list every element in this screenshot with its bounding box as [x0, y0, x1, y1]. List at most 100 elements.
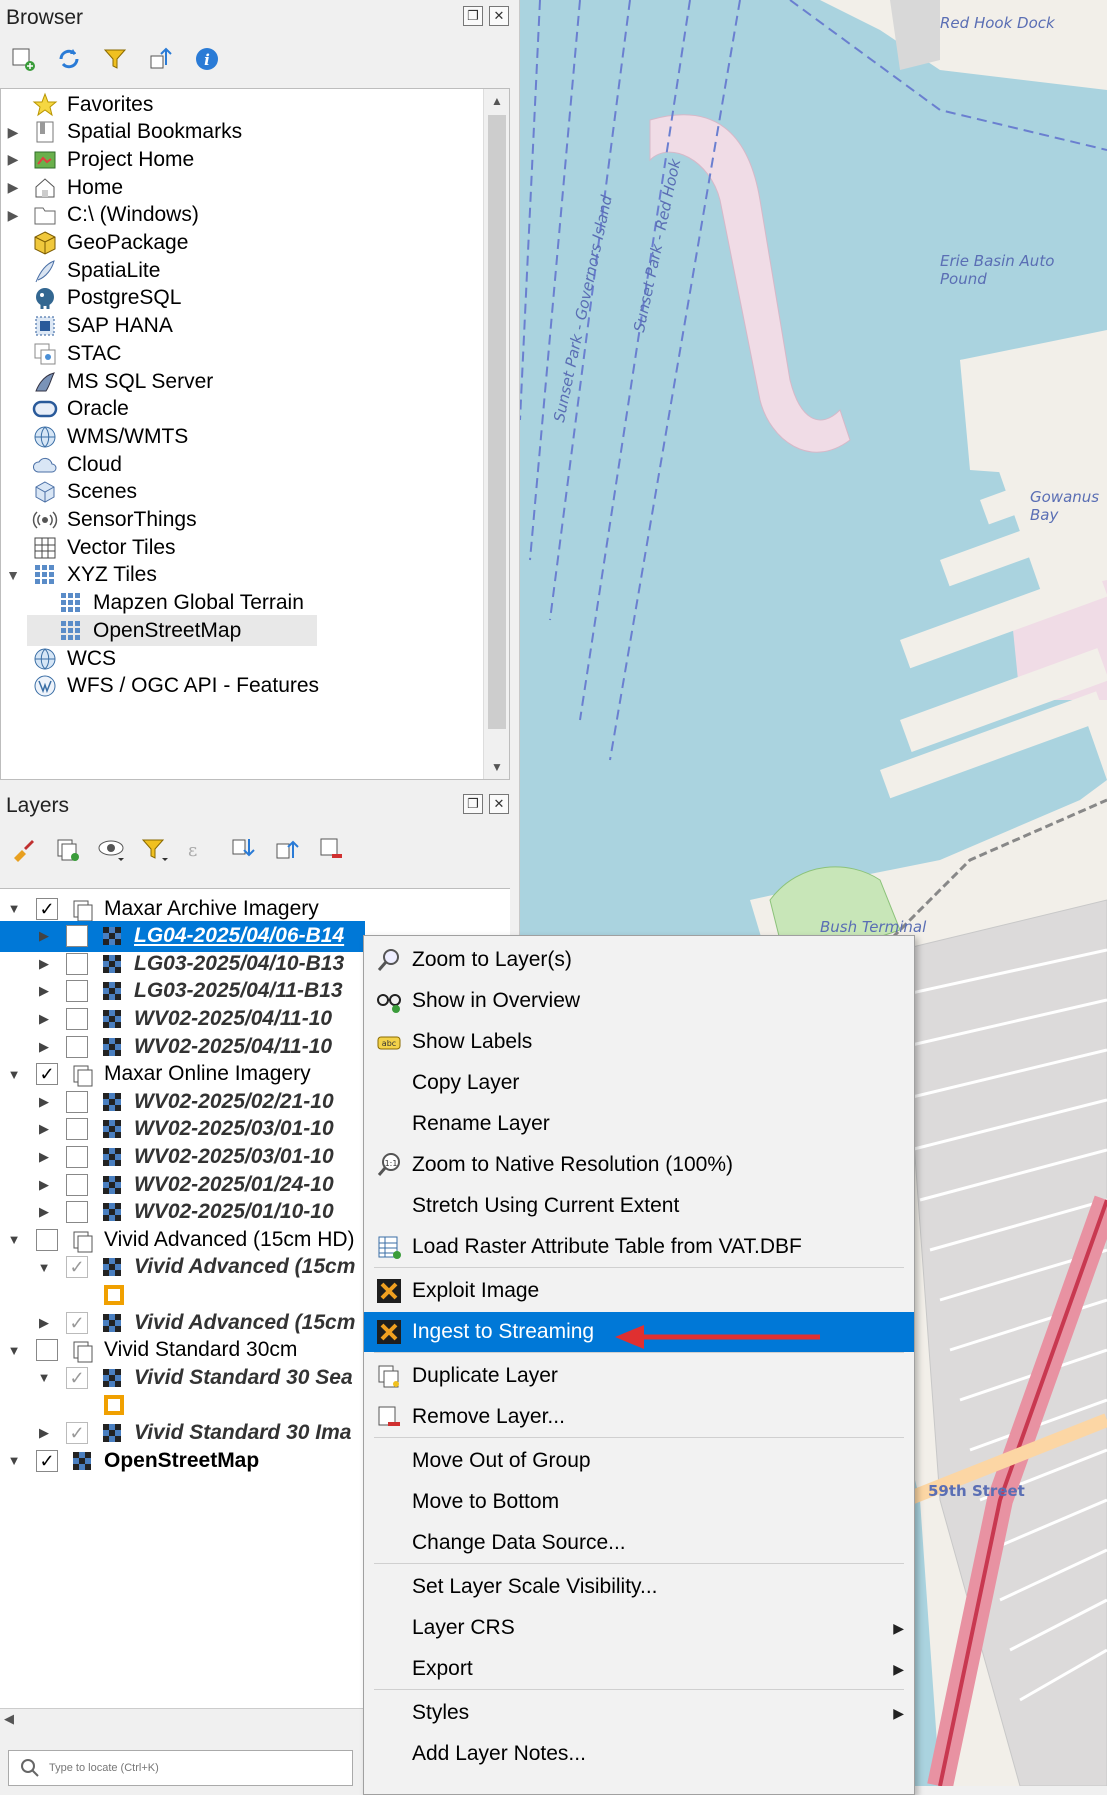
- browser-item[interactable]: Vector Tiles: [1, 532, 481, 563]
- menu-item-zoom-to-layer-s[interactable]: Zoom to Layer(s): [364, 940, 914, 980]
- expand-arrow-icon[interactable]: ▶: [1, 207, 25, 224]
- close-layers-button[interactable]: ✕: [489, 794, 509, 814]
- scroll-up-arrow-icon[interactable]: ▲: [484, 89, 509, 113]
- menu-item-load-raster-attribute-table-from-vat-dbf[interactable]: Load Raster Attribute Table from VAT.DBF: [364, 1227, 914, 1267]
- expand-arrow-icon[interactable]: ▶: [36, 1094, 52, 1110]
- menu-item-remove-layer[interactable]: Remove Layer...: [364, 1397, 914, 1437]
- filter-button[interactable]: [100, 44, 130, 74]
- layer-visibility-checkbox[interactable]: [66, 980, 88, 1003]
- layer-row[interactable]: ▶ ✓ LG04-2025/04/06-B14: [0, 920, 365, 952]
- locator-bar[interactable]: Type to locate (Ctrl+K): [8, 1750, 353, 1786]
- layer-group-row[interactable]: ▼ ✓ Maxar Archive Imagery: [0, 893, 370, 924]
- browser-item[interactable]: ▶ Project Home: [1, 144, 481, 175]
- browser-item[interactable]: OpenStreetMap: [27, 615, 317, 647]
- layer-visibility-checkbox[interactable]: ✓: [36, 897, 58, 920]
- scroll-down-arrow-icon[interactable]: ▼: [484, 755, 509, 779]
- close-panel-button[interactable]: ✕: [489, 6, 509, 26]
- expand-arrow-icon[interactable]: ▶: [36, 1011, 52, 1027]
- layer-row[interactable]: ▶ ✓ Vivid Standard 30 Ima: [0, 1417, 370, 1448]
- filter-expression-button[interactable]: ε: [184, 834, 214, 864]
- menu-item-export[interactable]: Export ▶: [364, 1649, 914, 1689]
- layer-group-row[interactable]: ▼ Vivid Advanced (15cm HD): [0, 1224, 370, 1255]
- menu-item-change-data-source[interactable]: Change Data Source...: [364, 1523, 914, 1563]
- refresh-button[interactable]: [54, 44, 84, 74]
- browser-item[interactable]: SpatiaLite: [1, 255, 481, 286]
- layer-row[interactable]: ▶ LG03-2025/04/10-B13: [0, 948, 370, 979]
- browser-item[interactable]: GeoPackage: [1, 228, 481, 259]
- layer-group-row[interactable]: ▼ ✓ Maxar Online Imagery: [0, 1059, 370, 1090]
- layer-row[interactable]: ▶ WV02-2025/03/01-10: [0, 1141, 370, 1172]
- layer-row[interactable]: ▶ WV02-2025/01/24-10: [0, 1169, 370, 1200]
- expand-arrow-icon[interactable]: ▶: [36, 983, 52, 999]
- collapse-all-layers-button[interactable]: [272, 834, 302, 864]
- scroll-thumb[interactable]: [488, 115, 506, 729]
- menu-item-exploit-image[interactable]: Exploit Image: [364, 1271, 914, 1311]
- browser-item[interactable]: WMS/WMTS: [1, 421, 481, 452]
- float-layers-button[interactable]: ❐: [463, 794, 483, 814]
- expand-arrow-icon[interactable]: ▼: [1, 567, 25, 583]
- remove-layer-toolbar-button[interactable]: [316, 834, 346, 864]
- menu-item-move-to-bottom[interactable]: Move to Bottom: [364, 1482, 914, 1522]
- menu-item-copy-layer[interactable]: Copy Layer: [364, 1063, 914, 1103]
- layer-visibility-checkbox[interactable]: [66, 1035, 88, 1058]
- layer-row[interactable]: [0, 1279, 370, 1310]
- layer-group-row[interactable]: ▼ Vivid Standard 30cm: [0, 1335, 370, 1366]
- symbol-swatch[interactable]: [104, 1284, 124, 1305]
- browser-item[interactable]: WFS / OGC API - Features: [1, 671, 481, 702]
- browser-item[interactable]: Scenes: [1, 477, 481, 508]
- expand-arrow-icon[interactable]: ▶: [36, 1149, 52, 1165]
- browser-item[interactable]: ▶ Home: [1, 172, 481, 203]
- expand-all-button[interactable]: [228, 834, 258, 864]
- layer-visibility-checkbox[interactable]: [66, 1007, 88, 1030]
- layer-row[interactable]: ▼ ✓ Vivid Standard 30 Sea: [0, 1362, 370, 1393]
- expand-arrow-icon[interactable]: ▶: [36, 1039, 52, 1055]
- layer-visibility-checkbox[interactable]: [36, 1339, 58, 1362]
- expand-arrow-icon[interactable]: ▶: [36, 1204, 52, 1220]
- expand-arrow-icon[interactable]: ▼: [6, 1343, 22, 1358]
- expand-arrow-icon[interactable]: ▼: [6, 901, 22, 916]
- expand-arrow-icon[interactable]: ▶: [1, 151, 25, 168]
- layer-visibility-checkbox[interactable]: ✓: [36, 1063, 58, 1086]
- layer-row[interactable]: ▶ WV02-2025/04/11-10: [0, 1003, 370, 1034]
- float-panel-button[interactable]: ❐: [463, 6, 483, 26]
- layer-row[interactable]: ▼ ✓ OpenStreetMap: [0, 1445, 370, 1476]
- layer-visibility-checkbox[interactable]: [66, 1090, 88, 1113]
- browser-item[interactable]: WCS: [1, 643, 481, 674]
- browser-item[interactable]: Oracle: [1, 394, 481, 425]
- filter-legend-button[interactable]: [140, 834, 170, 864]
- expand-arrow-icon[interactable]: ▼: [6, 1453, 22, 1468]
- menu-item-stretch-using-current-extent[interactable]: Stretch Using Current Extent: [364, 1186, 914, 1226]
- browser-item[interactable]: ▶ Spatial Bookmarks: [1, 117, 481, 148]
- layer-row[interactable]: ▶ WV02-2025/04/11-10: [0, 1031, 370, 1062]
- menu-item-zoom-to-native-resolution-100[interactable]: 1:1 Zoom to Native Resolution (100%): [364, 1145, 914, 1185]
- menu-item-styles[interactable]: Styles ▶: [364, 1693, 914, 1733]
- layer-visibility-checkbox[interactable]: ✓: [66, 1421, 88, 1444]
- layer-visibility-checkbox[interactable]: [66, 1145, 88, 1168]
- browser-item[interactable]: PostgreSQL: [1, 283, 481, 314]
- browser-item[interactable]: SAP HANA: [1, 311, 481, 342]
- info-button[interactable]: i: [192, 44, 222, 74]
- layer-visibility-checkbox[interactable]: ✓: [66, 1311, 88, 1334]
- layer-visibility-checkbox[interactable]: [66, 1201, 88, 1224]
- menu-item-show-in-overview[interactable]: Show in Overview: [364, 981, 914, 1021]
- layer-visibility-checkbox[interactable]: [66, 1118, 88, 1141]
- menu-item-rename-layer[interactable]: Rename Layer: [364, 1104, 914, 1144]
- expand-arrow-icon[interactable]: ▶: [36, 928, 52, 944]
- layer-visibility-checkbox[interactable]: [36, 1228, 58, 1251]
- menu-item-add-layer-notes[interactable]: Add Layer Notes...: [364, 1734, 914, 1774]
- visibility-button[interactable]: [96, 834, 126, 864]
- layer-row[interactable]: [0, 1390, 370, 1421]
- browser-item[interactable]: MS SQL Server: [1, 366, 481, 397]
- browser-item[interactable]: ▼ XYZ Tiles: [1, 560, 481, 591]
- expand-arrow-icon[interactable]: ▼: [6, 1067, 22, 1082]
- menu-item-set-layer-scale-visibility[interactable]: Set Layer Scale Visibility...: [364, 1567, 914, 1607]
- browser-item[interactable]: ▶ C:\ (Windows): [1, 200, 481, 231]
- expand-arrow-icon[interactable]: ▼: [36, 1370, 52, 1385]
- layer-visibility-checkbox[interactable]: ✓: [66, 925, 88, 948]
- expand-arrow-icon[interactable]: ▶: [36, 1425, 52, 1441]
- symbol-swatch[interactable]: [104, 1395, 124, 1416]
- menu-item-show-labels[interactable]: abc Show Labels: [364, 1022, 914, 1062]
- expand-arrow-icon[interactable]: ▶: [1, 124, 25, 141]
- add-group-button[interactable]: [52, 834, 82, 864]
- style-manager-button[interactable]: [8, 834, 38, 864]
